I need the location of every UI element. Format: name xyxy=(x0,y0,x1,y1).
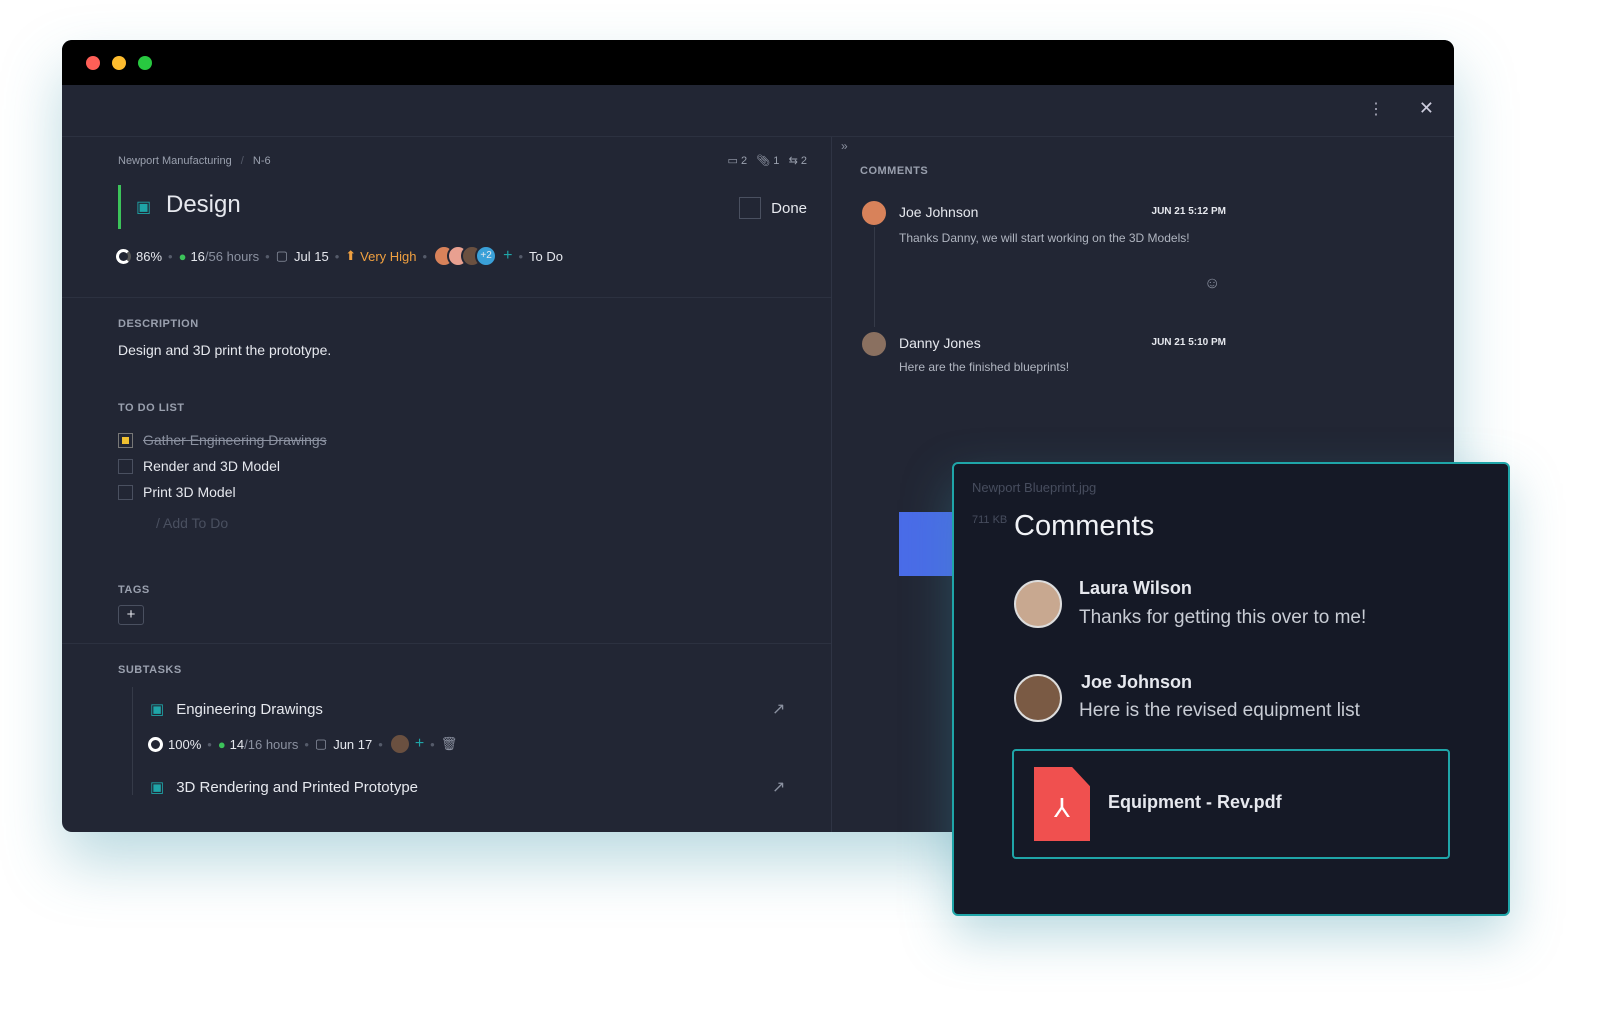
comment-icon: ▭ xyxy=(727,155,738,167)
popup-comment-text: Here is the revised equipment list xyxy=(1079,700,1360,721)
breadcrumb-project[interactable]: Newport Manufacturing xyxy=(118,155,232,167)
hours-done: 14 xyxy=(229,736,245,752)
task-meta: 86% • ● 16/56 hours • ▢ Jul 15 • ⬆ Very High • … xyxy=(116,245,563,267)
attachment-size: 711 KB xyxy=(972,514,1008,526)
popup-comment-text: Thanks for getting this over to me! xyxy=(1079,607,1367,628)
subtask-item[interactable]: ▣ 3D Rendering and Printed Prototype xyxy=(150,778,418,797)
external-link-icon[interactable]: ↗ xyxy=(772,777,785,797)
todo-label: TO DO LIST xyxy=(118,402,185,414)
more-options-icon[interactable]: ⋮ xyxy=(1368,99,1384,119)
popup-title: Comments xyxy=(1014,510,1155,542)
subtask-progress: 100% xyxy=(168,736,202,752)
task-counts: ▭ 2 📎︎ 1 ⇆ 2 xyxy=(728,154,808,167)
pdf-filename[interactable]: Equipment - Rev.pdf xyxy=(1108,792,1282,813)
description-text[interactable]: Design and 3D print the prototype. xyxy=(118,342,331,358)
add-assignee-icon[interactable]: + xyxy=(415,735,424,753)
hours-dot-icon: ● xyxy=(217,736,226,752)
clipboard-icon: ▣ xyxy=(150,701,165,718)
title-bar xyxy=(62,40,1454,85)
popup-comment-author: Laura Wilson xyxy=(1079,578,1192,598)
status[interactable]: To Do xyxy=(529,249,563,264)
collapse-panel-button[interactable]: » xyxy=(841,139,848,153)
priority[interactable]: Very High xyxy=(360,249,416,264)
hours-total: /16 hours xyxy=(244,736,299,752)
comment-time: JUN 21 5:10 PM xyxy=(1151,337,1226,348)
comment-text: Thanks Danny, we will start working on t… xyxy=(899,231,1190,245)
description-label: DESCRIPTION xyxy=(118,318,199,330)
subtask-title[interactable]: 3D Rendering and Printed Prototype xyxy=(176,779,418,796)
subtask-count: 2 xyxy=(800,155,807,167)
comments-label: COMMENTS xyxy=(860,165,929,177)
done-label: Done xyxy=(771,199,807,217)
avatar[interactable] xyxy=(388,733,411,755)
todo-text: Gather Engineering Drawings xyxy=(143,432,327,448)
subtasks-label: SUBTASKS xyxy=(118,664,182,676)
minimize-window-button[interactable] xyxy=(112,56,126,70)
done-toggle[interactable]: Done xyxy=(739,197,807,219)
task-detail-panel: Newport Manufacturing / N-6 ▭ 2 📎︎ 1 ⇆ 2… xyxy=(62,137,832,832)
extra-assignees-badge[interactable]: +2 xyxy=(475,245,498,267)
pdf-attachment[interactable]: ⅄ Equipment - Rev.pdf xyxy=(1012,749,1450,859)
blueprint-thumbnail[interactable] xyxy=(899,512,959,576)
add-tag-button[interactable]: + xyxy=(118,605,144,625)
comment-author: Joe Johnson xyxy=(899,204,979,220)
hours-dot-icon: ● xyxy=(178,248,187,264)
hours-total: /56 hours xyxy=(204,248,260,264)
maximize-window-button[interactable] xyxy=(138,56,152,70)
todo-text: Print 3D Model xyxy=(143,484,236,500)
todo-checkbox[interactable] xyxy=(118,484,133,500)
calendar-icon: ▢ xyxy=(314,736,328,751)
external-link-icon[interactable]: ↗ xyxy=(772,699,785,719)
hours-done: 16 xyxy=(190,248,205,264)
comment-count: 2 xyxy=(740,155,748,167)
todo-checkbox[interactable] xyxy=(118,458,133,474)
todo-list: Gather Engineering Drawings Render and 3… xyxy=(118,427,327,531)
subtask-title[interactable]: Engineering Drawings xyxy=(176,701,323,718)
tags-label: TAGS xyxy=(118,584,150,596)
paperclip-icon: 📎︎ xyxy=(756,155,771,167)
breadcrumb-separator: / xyxy=(240,155,244,167)
task-title[interactable]: Design xyxy=(166,191,241,219)
todo-item[interactable]: Render and 3D Model xyxy=(118,453,327,479)
todo-item[interactable]: Gather Engineering Drawings xyxy=(118,427,327,453)
emoji-reaction-icon[interactable]: ☺ xyxy=(1204,275,1220,293)
subtask-date[interactable]: Jun 17 xyxy=(333,737,372,752)
subtask-item[interactable]: ▣ Engineering Drawings xyxy=(150,700,323,719)
due-date[interactable]: Jul 15 xyxy=(294,249,329,264)
subtask-meta: 100% • ● 14/16 hours • ▢ Jun 17 • + • 🗑︎ xyxy=(148,733,457,755)
attachment-name[interactable]: Newport Blueprint.jpg xyxy=(972,480,1096,495)
comment-text: Here are the finished blueprints! xyxy=(899,360,1070,374)
priority-arrow-icon: ⬆ xyxy=(345,248,357,263)
todo-item[interactable]: Print 3D Model xyxy=(118,479,327,505)
todo-checkbox[interactable] xyxy=(118,432,133,448)
todo-text: Render and 3D Model xyxy=(143,458,280,474)
clipboard-icon: ▣ xyxy=(136,199,152,216)
comment-author: Danny Jones xyxy=(899,335,981,351)
trash-icon[interactable]: 🗑︎ xyxy=(441,736,458,752)
pdf-icon: ⅄ xyxy=(1034,767,1090,841)
add-todo-input[interactable]: / Add To Do xyxy=(156,515,327,531)
attachment-count: 1 xyxy=(773,155,780,167)
clipboard-icon: ▣ xyxy=(150,779,165,796)
comment-time: JUN 21 5:12 PM xyxy=(1151,206,1226,217)
close-icon[interactable]: ✕ xyxy=(1419,98,1434,119)
status-flag xyxy=(118,185,121,229)
avatar xyxy=(860,330,888,358)
progress-ring-icon xyxy=(148,736,163,752)
top-bar: ⋮ ✕ xyxy=(62,85,1454,137)
breadcrumb-id[interactable]: N-6 xyxy=(253,155,271,167)
avatar xyxy=(1014,674,1062,722)
close-window-button[interactable] xyxy=(86,56,100,70)
avatar xyxy=(860,199,888,227)
comments-popup: Comments Laura Wilson Thanks for getting… xyxy=(952,462,1510,916)
popup-comment-author: Joe Johnson xyxy=(1081,672,1193,692)
progress-value: 86% xyxy=(136,248,163,264)
progress-ring-icon xyxy=(116,248,131,264)
calendar-icon: ▢ xyxy=(275,248,288,263)
breadcrumb: Newport Manufacturing / N-6 xyxy=(118,155,271,167)
subtask-icon: ⇆ xyxy=(788,155,798,167)
add-assignee-icon[interactable]: + xyxy=(503,247,512,265)
avatar xyxy=(1014,580,1062,628)
